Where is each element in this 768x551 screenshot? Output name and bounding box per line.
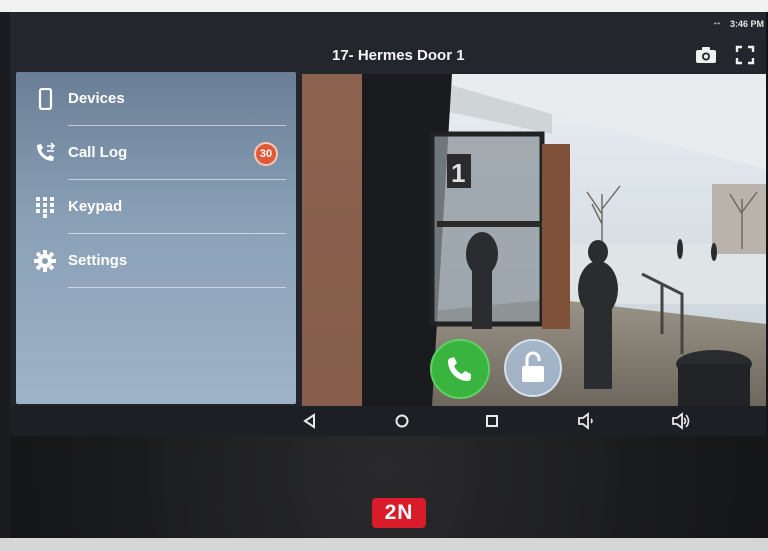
svg-text:1: 1: [451, 158, 465, 188]
sidebar-item-label: Keypad: [68, 198, 123, 215]
status-time: 3:46 PM: [729, 19, 764, 29]
sidebar-item-label: Devices: [68, 90, 125, 107]
fullscreen-button[interactable]: [735, 45, 755, 65]
menu-divider: [68, 287, 286, 288]
sync-arrows-icon: ↔: [712, 17, 722, 28]
recents-button[interactable]: [482, 412, 502, 430]
brand-logo-text: 2N: [384, 501, 414, 524]
navigation-bar: [10, 406, 766, 436]
touch-screen: ↔ 3:46 PM 17- Hermes Door 1 Devices Call…: [10, 12, 766, 436]
sidebar-item-call-log[interactable]: Call Log 30: [16, 126, 296, 180]
camera-icon: [696, 47, 716, 63]
keypad-icon: [36, 197, 54, 218]
answer-call-button[interactable]: [430, 339, 490, 399]
sidebar-item-keypad[interactable]: Keypad: [16, 180, 296, 234]
volume-down-icon: [578, 412, 593, 430]
unlock-door-button[interactable]: [504, 339, 562, 397]
home-button[interactable]: [392, 412, 412, 430]
back-button[interactable]: [300, 412, 320, 430]
title-bar: 17- Hermes Door 1: [10, 36, 766, 74]
bezel-left-edge: [0, 12, 10, 538]
recents-icon: [486, 415, 498, 427]
fullscreen-icon: [735, 45, 755, 65]
snapshot-button[interactable]: [694, 45, 718, 65]
unlock-icon: [522, 351, 544, 382]
sidebar-item-label: Call Log: [68, 144, 128, 161]
home-icon: [395, 414, 409, 428]
back-icon: [303, 413, 315, 429]
sidebar-menu: Devices Call Log 30 Keypad Settings: [16, 72, 296, 404]
call-log-badge: 30: [254, 142, 278, 166]
sidebar-item-label: Settings: [68, 252, 128, 269]
sidebar-item-devices[interactable]: Devices: [16, 72, 296, 126]
volume-down-button[interactable]: [576, 412, 596, 430]
gear-icon: [34, 250, 56, 272]
device-icon: [38, 88, 53, 110]
volume-up-icon: [672, 412, 690, 430]
phone-icon: [448, 357, 471, 381]
bezel-top-edge: [0, 0, 768, 12]
brand-logo: 2N: [372, 498, 426, 528]
status-bar: ↔ 3:46 PM: [10, 12, 766, 36]
call-log-icon: [37, 142, 56, 161]
page-title: 17- Hermes Door 1: [332, 47, 465, 64]
bezel-bottom-edge: [0, 538, 768, 551]
volume-up-button[interactable]: [670, 412, 690, 430]
sidebar-item-settings[interactable]: Settings: [16, 234, 296, 288]
